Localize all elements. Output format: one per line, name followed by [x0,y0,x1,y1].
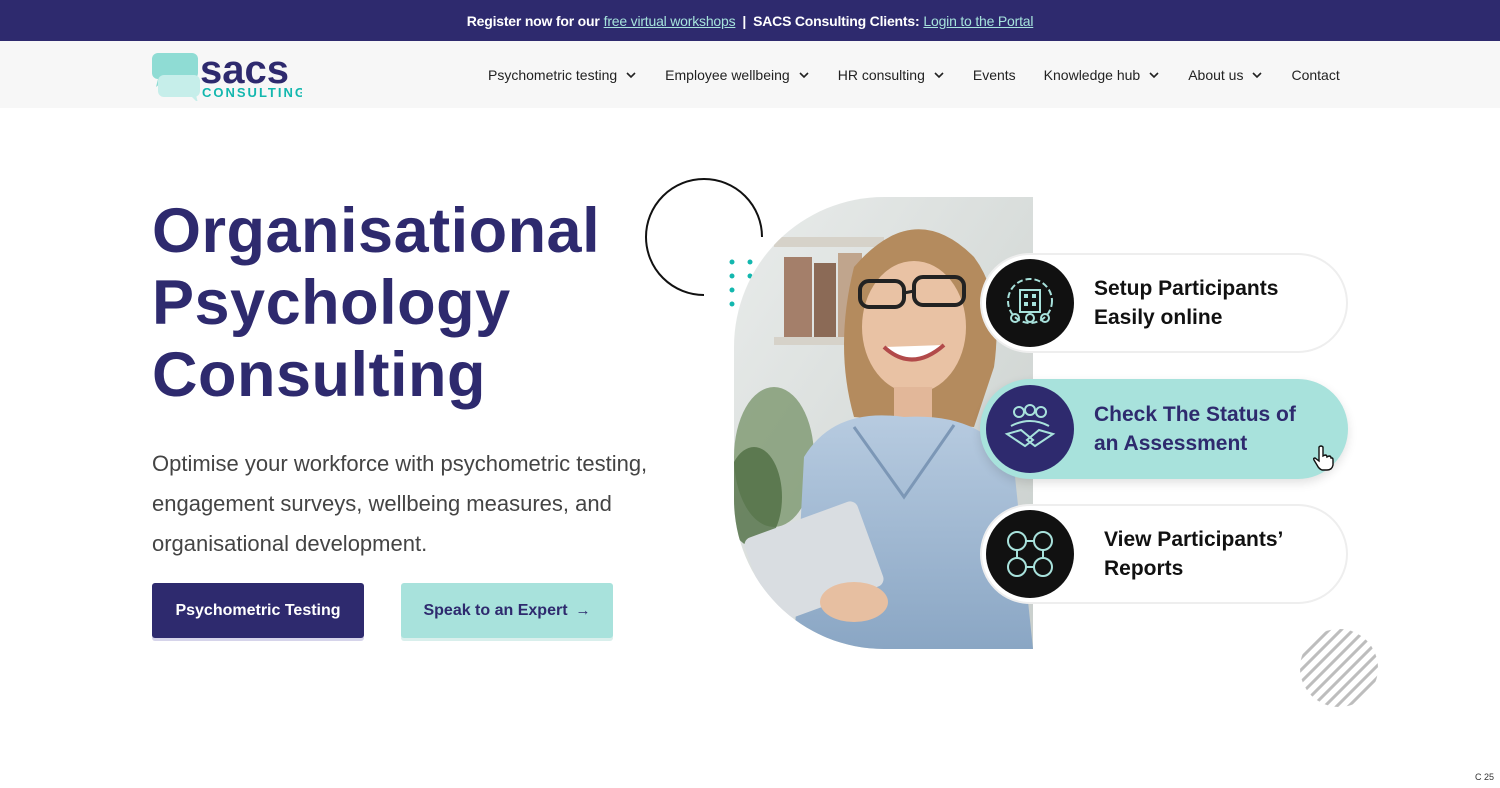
nav-label: Contact [1291,66,1340,83]
logo-bubble-icon: sacs CONSULTING [152,48,305,103]
card-label: Check The Status of an Assessment [1094,400,1296,458]
nav-label: Employee wellbeing [665,66,790,83]
chevron-down-icon [1149,71,1159,78]
card-label-line: View Participants’ [1104,528,1284,551]
setup-participants-card[interactable]: Setup Participants Easily online [980,253,1348,353]
announcement-bar: Register now for our free virtual worksh… [0,0,1500,41]
button-label: Psychometric Testing [175,601,341,619]
hero-title-line: Organisational [152,196,601,266]
hero-title-line: Psychology [152,268,511,338]
workshops-link[interactable]: free virtual workshops [604,13,736,29]
card-label-line: Reports [1104,557,1184,580]
logo-word-consulting: CONSULTING [202,85,302,100]
connected-people-icon [986,510,1074,598]
nav-label: About us [1188,66,1244,83]
nav-item-about-us[interactable]: About us [1188,67,1263,83]
nav-label: HR consulting [837,66,925,83]
nav-item-events[interactable]: Events [973,67,1016,83]
psychometric-testing-button[interactable]: Psychometric Testing [152,583,364,638]
nav-item-hr-consulting[interactable]: HR consulting [838,67,945,83]
chevron-down-icon [934,71,944,78]
sacs-logo[interactable]: sacs CONSULTING [152,48,305,103]
card-label: Setup Participants Easily online [1094,274,1278,332]
speak-to-expert-button[interactable]: Speak to an Expert → [401,583,613,638]
card-label-line: Easily online [1094,306,1223,329]
card-label-line: Setup Participants [1094,277,1279,300]
announcement-text: Register now for our [466,12,600,29]
arrow-right-icon: → [575,602,591,619]
handshake-team-icon [986,385,1074,473]
organisation-gear-icon [986,259,1074,347]
announcement-separator: | [742,12,747,29]
card-label: View Participants’ Reports [1104,525,1283,583]
hero-subtitle: Optimise your workforce with psychometri… [152,451,648,556]
nav-label: Knowledge hub [1043,66,1141,83]
chevron-down-icon [799,71,809,78]
clients-text: SACS Consulting Clients: [753,12,920,29]
hero-title-line: Consulting [152,340,486,410]
nav-menu: Psychometric testing Employee wellbeing … [488,41,1340,108]
nav-label: Events [972,66,1016,83]
portal-login-link[interactable]: Login to the Portal [923,13,1033,29]
card-label-line: Check The Status of [1094,403,1296,426]
chevron-down-icon [1252,71,1263,78]
decorative-striped-circle-icon [1300,629,1378,707]
main-navigation: sacs CONSULTING Psychometric testing Emp… [0,41,1500,108]
hand-pointer-cursor-icon [1312,445,1334,471]
nav-label: Psychometric testing [488,66,618,83]
card-label-line: an Assessment [1094,432,1248,455]
nav-item-psychometric-testing[interactable]: Psychometric testing [488,67,637,83]
check-assessment-status-card[interactable]: Check The Status of an Assessment [980,379,1348,479]
nav-item-employee-wellbeing[interactable]: Employee wellbeing [665,67,810,83]
nav-item-knowledge-hub[interactable]: Knowledge hub [1044,67,1161,83]
button-label: Speak to an Expert [423,601,568,619]
chevron-down-icon [626,71,636,78]
hero-title: Organisational Psychology Consulting [152,195,600,411]
corner-label: C 25 [1474,772,1494,782]
nav-item-contact[interactable]: Contact [1291,67,1339,83]
view-participants-reports-card[interactable]: View Participants’ Reports [980,504,1348,604]
